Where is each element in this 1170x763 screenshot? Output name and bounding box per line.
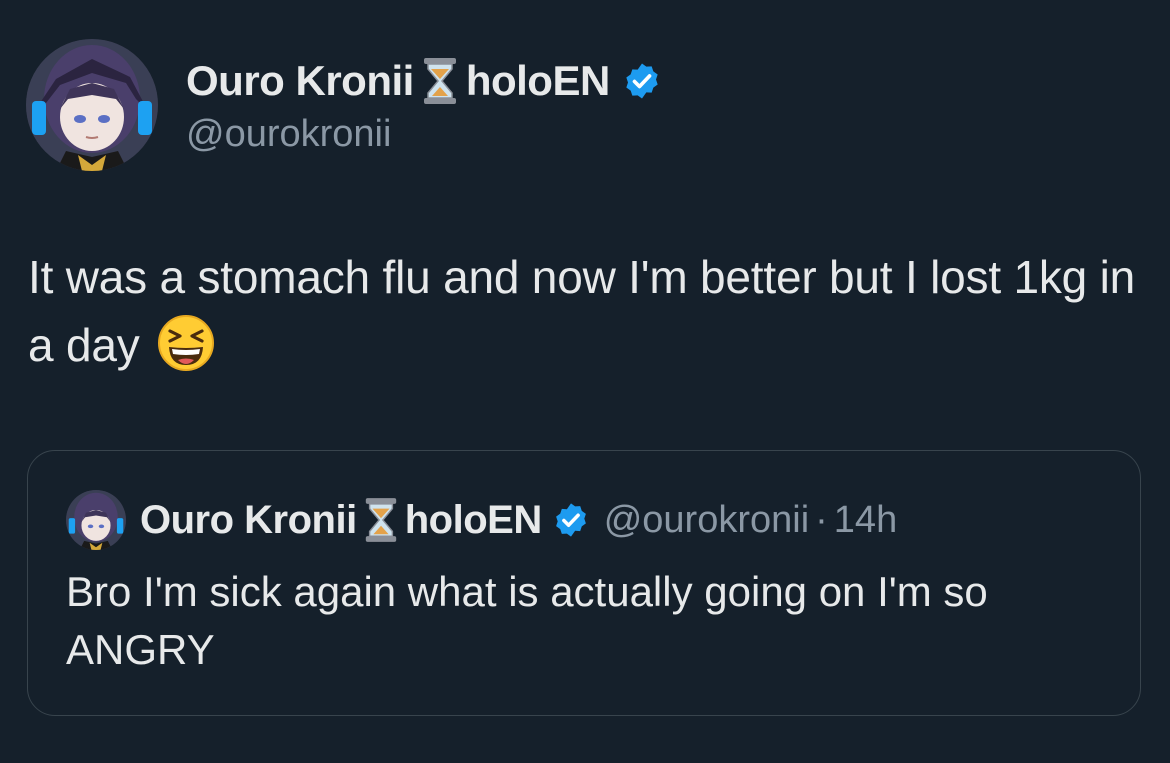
author-name-row[interactable]: Ouro Kronii holoEN — [186, 55, 662, 107]
quoted-tweet-timestamp[interactable]: 14h — [834, 499, 897, 542]
author-display-name[interactable]: Ouro Kronii — [186, 57, 414, 105]
quoted-author-display-name[interactable]: Ouro Kronii — [140, 498, 357, 543]
tweet-text: It was a stomach flu and now I'm better … — [28, 243, 1148, 379]
tweet-header: Ouro Kronii holoEN @ourokronii — [26, 38, 662, 172]
verified-badge-icon[interactable] — [552, 501, 590, 539]
author-avatar[interactable] — [26, 39, 158, 171]
tweet-card: Ouro Kronii holoEN @ourokronii It was a … — [0, 0, 1170, 763]
quoted-tweet-card[interactable]: Ouro Kronii holoEN @ourokronii · 14h Bro… — [27, 450, 1141, 716]
quoted-tweet-header: Ouro Kronii holoEN @ourokronii · 14h — [66, 489, 897, 551]
quoted-tweet-text: Bro I'm sick again what is actually goin… — [66, 568, 988, 673]
hourglass-icon — [362, 497, 400, 543]
hourglass-icon — [420, 57, 460, 105]
author-identity: Ouro Kronii holoEN @ourokronii — [186, 55, 662, 156]
meta-separator: · — [815, 498, 828, 541]
grinning-squinting-face-emoji-icon — [156, 313, 216, 373]
author-handle[interactable]: @ourokronii — [186, 113, 662, 156]
verified-badge-icon[interactable] — [622, 61, 662, 101]
quoted-author-handle[interactable]: @ourokronii — [604, 499, 809, 542]
author-name-suffix[interactable]: holoEN — [466, 57, 610, 105]
quoted-author-avatar[interactable] — [66, 490, 126, 550]
quoted-author-name-suffix[interactable]: holoEN — [405, 498, 542, 543]
